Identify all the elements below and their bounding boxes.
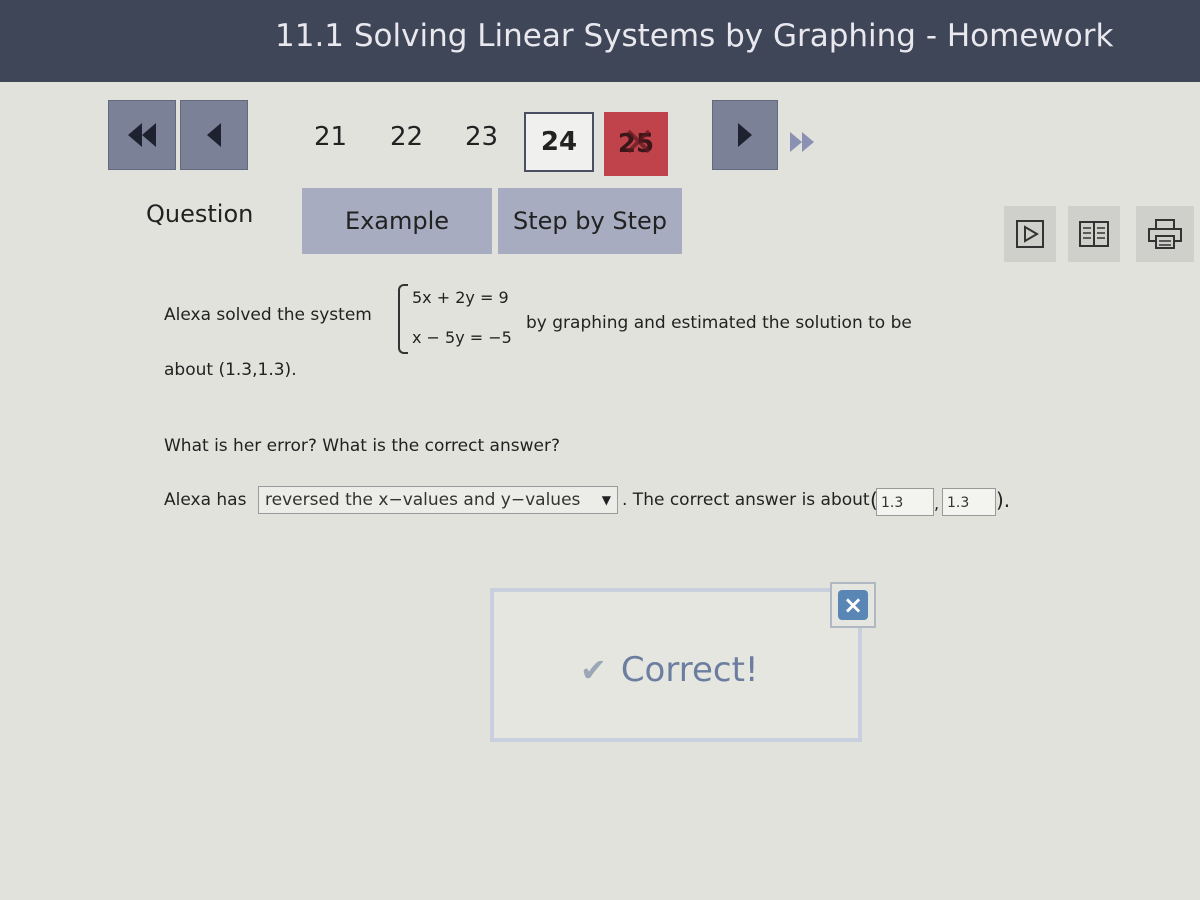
print-icon <box>1148 219 1182 249</box>
print-button[interactable] <box>1136 206 1194 262</box>
video-icon <box>1016 220 1044 248</box>
question-23-link[interactable]: 23 <box>465 122 498 152</box>
tab-step-by-step[interactable]: Step by Step <box>498 188 682 254</box>
equation-system: 5x + 2y = 9 x − 5y = −5 <box>398 282 522 354</box>
comma: , <box>934 494 940 513</box>
book-button[interactable] <box>1068 206 1120 262</box>
feedback-message: ✔ Correct! <box>580 650 759 690</box>
next-question-button[interactable] <box>712 100 778 170</box>
video-button[interactable] <box>1004 206 1056 262</box>
error-dropdown[interactable]: reversed the x−values and y−values ▼ <box>258 486 618 514</box>
title-bar: 11.1 Solving Linear Systems by Graphing … <box>0 0 1200 82</box>
dropdown-arrow-icon: ▼ <box>601 493 611 507</box>
left-arrow-icon <box>207 123 221 147</box>
problem-text-1: Alexa solved the system <box>164 305 372 325</box>
close-paren: ). <box>996 488 1011 512</box>
double-left-arrow-icon <box>128 123 156 147</box>
question-21-link[interactable]: 21 <box>314 122 347 152</box>
checkmark-icon: ✔ <box>580 651 607 689</box>
y-value-input[interactable]: 1.3 <box>942 488 996 516</box>
incorrect-x-icon: ✕ <box>622 120 656 166</box>
question-24-current[interactable]: 24 <box>524 112 594 172</box>
question-25-incorrect[interactable]: 25 ✕ <box>604 112 668 176</box>
last-question-button[interactable] <box>790 132 814 152</box>
first-question-button[interactable] <box>108 100 176 170</box>
previous-question-button[interactable] <box>180 100 248 170</box>
page-title: 11.1 Solving Linear Systems by Graphing … <box>275 18 1114 54</box>
x-value-input[interactable]: 1.3 <box>876 488 934 516</box>
answer-mid-text: . The correct answer is about <box>622 490 870 510</box>
equation-1: 5x + 2y = 9 <box>412 288 509 307</box>
close-feedback-button[interactable]: × <box>830 582 876 628</box>
right-arrow-icon <box>738 123 752 147</box>
equation-2: x − 5y = −5 <box>412 328 512 347</box>
brace <box>398 284 408 354</box>
close-icon: × <box>838 590 868 620</box>
problem-text-2: by graphing and estimated the solution t… <box>526 313 912 333</box>
answer-prefix: Alexa has <box>164 490 247 510</box>
dropdown-value: reversed the x−values and y−values <box>265 490 581 510</box>
problem-text-3: about (1.3,1.3). <box>164 360 297 380</box>
correct-text: Correct! <box>620 650 759 690</box>
tab-example[interactable]: Example <box>302 188 492 254</box>
question-22-link[interactable]: 22 <box>390 122 423 152</box>
tab-question[interactable]: Question <box>146 200 253 228</box>
problem-prompt: What is her error? What is the correct a… <box>164 436 560 456</box>
double-right-arrow-icon <box>790 132 802 152</box>
book-icon <box>1079 221 1109 247</box>
